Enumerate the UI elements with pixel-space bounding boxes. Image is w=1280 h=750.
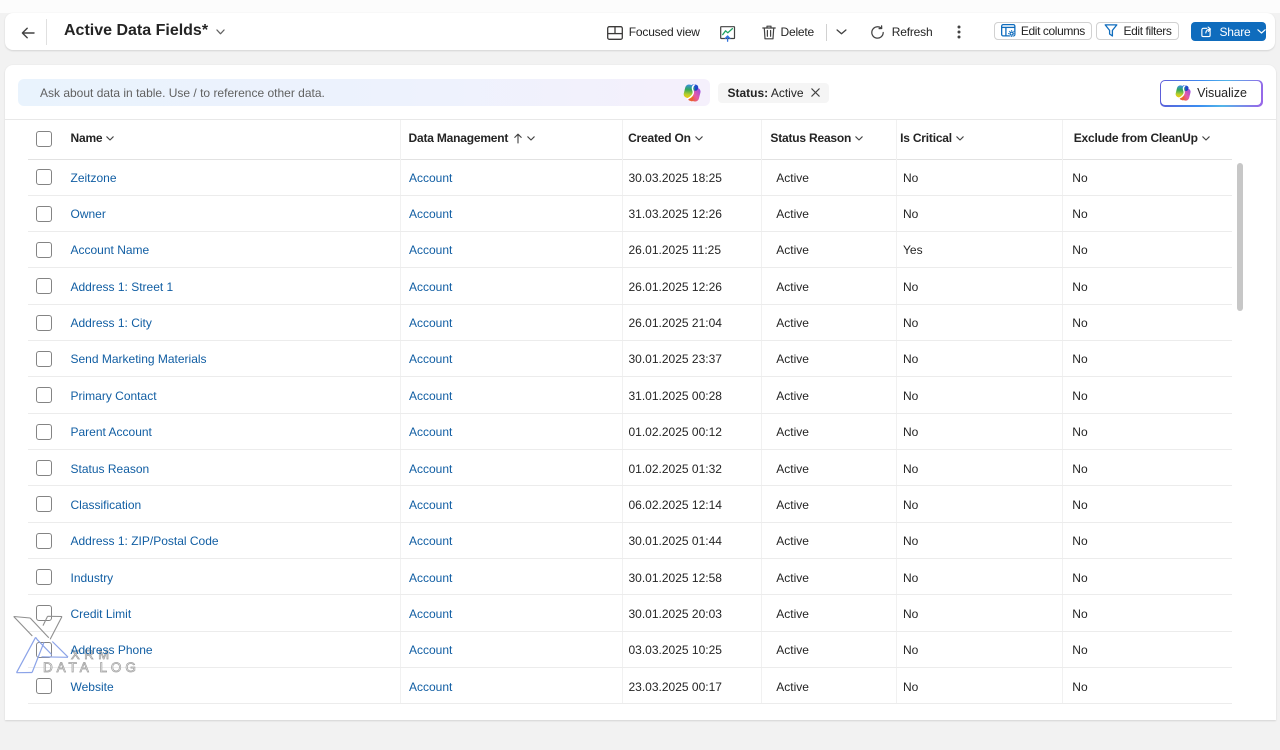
svg-text:DATA LOG: DATA LOG: [43, 660, 140, 675]
